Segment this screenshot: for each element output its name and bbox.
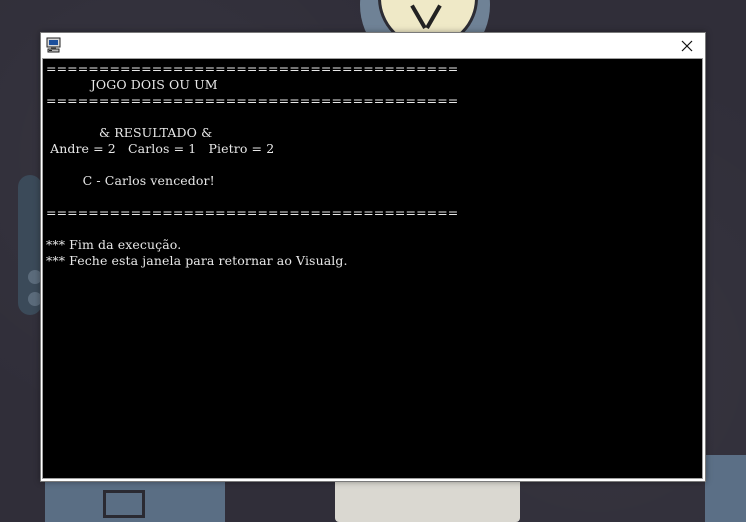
console-window[interactable]: ======================================= … [40,32,706,482]
console-line: C - Carlos vencedor! [46,173,215,188]
wallpaper-chair [335,478,520,522]
console-line: *** Feche esta janela para retornar ao V… [46,253,348,268]
console-line: ======================================= [46,205,459,220]
console-text: ======================================= … [46,61,458,269]
close-icon [681,40,693,51]
console-line: Andre = 2 Carlos = 1 Pietro = 2 [46,141,275,156]
console-line: *** Fim da execução. [46,237,182,252]
wallpaper-drawer [103,490,145,518]
wallpaper-shape [705,455,746,522]
console-line: ======================================= [46,61,459,76]
console-output-area[interactable]: ======================================= … [42,58,703,479]
console-app-icon[interactable] [46,37,62,53]
computer-icon [46,37,61,53]
close-button[interactable] [669,33,705,58]
console-line: ======================================= [46,93,459,108]
title-bar[interactable] [41,33,705,58]
console-line: JOGO DOIS OU UM [46,77,218,92]
console-line: & RESULTADO & [46,125,213,140]
